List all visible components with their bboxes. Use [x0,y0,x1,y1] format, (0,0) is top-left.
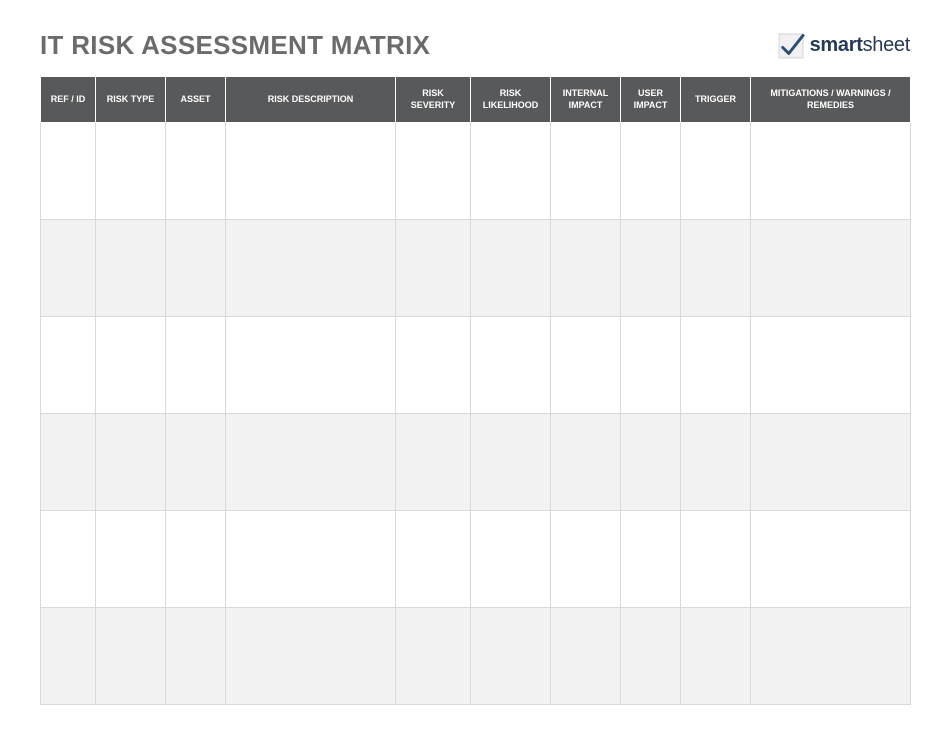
col-header-internal-impact: INTERNAL IMPACT [551,77,621,123]
header: IT RISK ASSESSMENT MATRIX smartsheet [40,30,910,61]
table-row [41,608,911,705]
table-cell[interactable] [166,511,226,608]
table-cell[interactable] [751,608,911,705]
table-cell[interactable] [41,414,96,511]
table-cell[interactable] [396,220,471,317]
table-row [41,123,911,220]
table-cell[interactable] [681,220,751,317]
col-header-asset: ASSET [166,77,226,123]
table-cell[interactable] [96,414,166,511]
table-cell[interactable] [166,414,226,511]
table-cell[interactable] [681,608,751,705]
table-cell[interactable] [396,317,471,414]
page-title: IT RISK ASSESSMENT MATRIX [40,30,430,61]
table-row [41,220,911,317]
table-cell[interactable] [551,220,621,317]
table-header-row: REF / ID RISK TYPE ASSET RISK DESCRIPTIO… [41,77,911,123]
table-cell[interactable] [551,511,621,608]
table-cell[interactable] [621,317,681,414]
col-header-risk-likelihood: RISK LIKELIHOOD [471,77,551,123]
table-cell[interactable] [166,608,226,705]
table-cell[interactable] [471,317,551,414]
table-cell[interactable] [166,220,226,317]
table-cell[interactable] [751,317,911,414]
table-cell[interactable] [41,317,96,414]
table-cell[interactable] [96,317,166,414]
table-cell[interactable] [41,220,96,317]
table-cell[interactable] [681,511,751,608]
table-cell[interactable] [41,511,96,608]
table-cell[interactable] [551,414,621,511]
col-header-risk-type: RISK TYPE [96,77,166,123]
table-cell[interactable] [751,220,911,317]
logo-brand-light: sheet [863,34,910,56]
table-cell[interactable] [471,511,551,608]
risk-matrix-table: REF / ID RISK TYPE ASSET RISK DESCRIPTIO… [40,76,911,705]
table-cell[interactable] [226,220,396,317]
logo-text: smartsheet [810,34,910,57]
table-row [41,511,911,608]
table-cell[interactable] [226,511,396,608]
table-cell[interactable] [751,511,911,608]
logo-brand-bold: smart [810,34,863,56]
table-cell[interactable] [551,317,621,414]
col-header-mitigations: MITIGATIONS / WARNINGS / REMEDIES [751,77,911,123]
col-header-trigger: TRIGGER [681,77,751,123]
col-header-risk-severity: RISK SEVERITY [396,77,471,123]
table-cell[interactable] [166,123,226,220]
table-cell[interactable] [396,608,471,705]
table-cell[interactable] [471,220,551,317]
table-cell[interactable] [226,317,396,414]
table-row [41,414,911,511]
table-cell[interactable] [751,414,911,511]
table-cell[interactable] [621,220,681,317]
table-cell[interactable] [471,608,551,705]
table-cell[interactable] [751,123,911,220]
table-cell[interactable] [226,608,396,705]
table-cell[interactable] [471,123,551,220]
table-cell[interactable] [621,511,681,608]
table-cell[interactable] [166,317,226,414]
table-cell[interactable] [226,414,396,511]
table-cell[interactable] [621,414,681,511]
table-cell[interactable] [551,608,621,705]
smartsheet-logo: smartsheet [776,31,910,61]
table-cell[interactable] [41,123,96,220]
table-cell[interactable] [621,123,681,220]
checkmark-icon [776,31,806,61]
col-header-user-impact: USER IMPACT [621,77,681,123]
table-cell[interactable] [396,414,471,511]
table-cell[interactable] [681,414,751,511]
table-cell[interactable] [41,608,96,705]
table-cell[interactable] [681,317,751,414]
col-header-ref: REF / ID [41,77,96,123]
table-cell[interactable] [226,123,396,220]
table-cell[interactable] [681,123,751,220]
table-cell[interactable] [396,123,471,220]
table-cell[interactable] [621,608,681,705]
col-header-risk-description: RISK DESCRIPTION [226,77,396,123]
table-cell[interactable] [551,123,621,220]
table-cell[interactable] [96,123,166,220]
table-cell[interactable] [96,220,166,317]
table-cell[interactable] [96,608,166,705]
table-cell[interactable] [96,511,166,608]
table-row [41,317,911,414]
table-cell[interactable] [471,414,551,511]
table-cell[interactable] [396,511,471,608]
